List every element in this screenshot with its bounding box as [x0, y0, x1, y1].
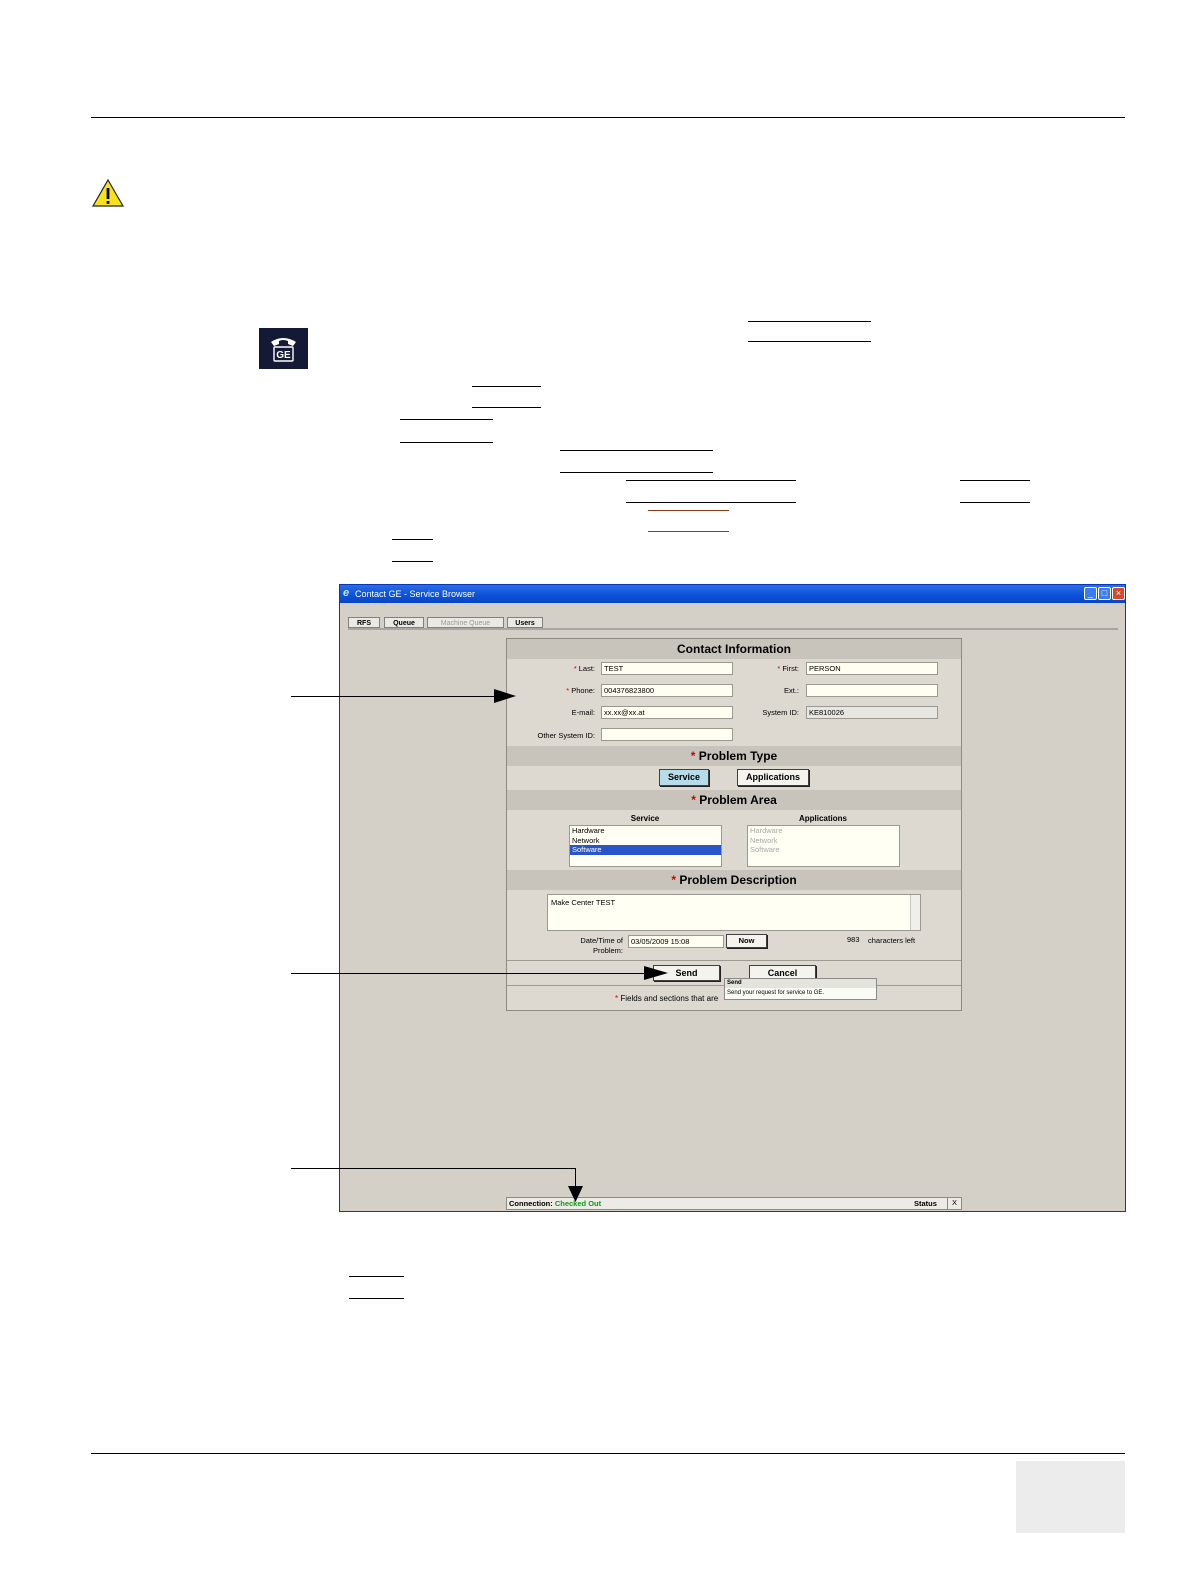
- close-icon[interactable]: ×: [1112, 587, 1125, 600]
- last-label: * Last:: [573, 664, 595, 673]
- phone-field[interactable]: 004376823800: [601, 684, 733, 697]
- link-underline: [626, 480, 796, 481]
- applications-area-list: Hardware Network Software: [747, 825, 900, 867]
- problem-description-textarea[interactable]: Make Center TEST: [547, 894, 921, 931]
- first-label: * First:: [777, 664, 799, 673]
- chars-left-label: characters left: [868, 936, 916, 945]
- svg-text:GE: GE: [276, 350, 291, 361]
- status-label: Status: [914, 1199, 937, 1208]
- contact-ge-phone-icon[interactable]: GE: [259, 328, 308, 369]
- now-button[interactable]: Now: [726, 934, 767, 948]
- datetime-field[interactable]: 03/05/2009 15:08: [628, 935, 724, 948]
- required-note: * Fields and sections that are: [615, 994, 719, 1003]
- system-id-label: System ID:: [762, 708, 799, 717]
- callout-line-send: [291, 973, 649, 974]
- tab-rfs[interactable]: RFS: [348, 617, 380, 628]
- callout-arrowhead: [568, 1186, 583, 1202]
- ext-field[interactable]: [806, 684, 938, 697]
- link-underline: [648, 510, 729, 511]
- first-name-field[interactable]: PERSON: [806, 662, 938, 675]
- phone-label: * Phone:: [566, 686, 595, 695]
- service-column-header: Service: [630, 814, 660, 823]
- callout-line-contact: [291, 696, 499, 697]
- connection-status: Connection: Checked Out: [509, 1199, 602, 1208]
- callout-arrowhead: [644, 966, 668, 980]
- last-name-field[interactable]: TEST: [601, 662, 733, 675]
- link-underline: [400, 419, 493, 420]
- contact-info-header: Contact Information: [507, 639, 961, 659]
- window-title-bar[interactable]: e Contact GE - Service Browser _ □ ×: [340, 585, 1125, 603]
- link-underline: [626, 502, 796, 503]
- callout-arrowhead: [494, 689, 516, 703]
- footer-rule: [91, 1453, 1125, 1454]
- system-id-field: KE810026: [806, 706, 938, 719]
- list-item: Software: [750, 845, 780, 854]
- ext-label: Ext.:: [783, 686, 799, 695]
- callout-line-status: [291, 1168, 576, 1169]
- link-underline: [392, 561, 433, 562]
- applications-type-button[interactable]: Applications: [737, 769, 809, 786]
- link-underline: [560, 450, 713, 451]
- link-underline: [472, 407, 541, 408]
- list-item[interactable]: Hardware: [570, 826, 721, 836]
- link-underline: [960, 480, 1030, 481]
- link-underline: [392, 539, 433, 540]
- chars-left-count: 983: [847, 935, 860, 944]
- window-title: Contact GE - Service Browser: [355, 589, 476, 599]
- list-item[interactable]: Network: [570, 836, 721, 846]
- header-rule: [91, 117, 1125, 118]
- service-browser-window: e Contact GE - Service Browser _ □ × RFS…: [339, 584, 1126, 1212]
- other-system-id-field[interactable]: [601, 728, 733, 741]
- email-label: E-mail:: [571, 708, 595, 717]
- link-underline: [748, 321, 871, 322]
- link-underline: [960, 502, 1030, 503]
- maximize-icon[interactable]: □: [1098, 587, 1111, 600]
- tab-users[interactable]: Users: [507, 617, 543, 628]
- link-underline: [472, 386, 541, 387]
- list-item: Hardware: [750, 826, 783, 835]
- tab-queue[interactable]: Queue: [384, 617, 424, 628]
- link-underline: [400, 442, 493, 443]
- applications-column-header: Applications: [798, 814, 847, 823]
- tab-divider: [348, 628, 1118, 630]
- list-item: Network: [750, 835, 778, 845]
- link-underline: [748, 341, 871, 342]
- list-item-selected[interactable]: Software: [570, 845, 721, 855]
- problem-description-header: * Problem Description: [507, 870, 961, 890]
- problem-area-header: * Problem Area: [507, 790, 961, 810]
- warning-triangle-icon: [91, 178, 125, 207]
- minimize-icon[interactable]: _: [1084, 587, 1097, 600]
- rfs-form-panel: Contact Information * Last: TEST * First…: [506, 638, 962, 1011]
- service-area-list[interactable]: Hardware Network Software: [569, 825, 722, 867]
- email-field[interactable]: xx.xx@xx.at: [601, 706, 733, 719]
- textarea-scrollbar[interactable]: [910, 895, 920, 930]
- service-type-button[interactable]: Service: [659, 769, 709, 786]
- link-underline: [349, 1276, 404, 1277]
- other-system-id-label: Other System ID:: [537, 731, 595, 740]
- page-number-box: [1016, 1461, 1125, 1533]
- datetime-label: Date/Time of Problem:: [580, 936, 623, 955]
- link-underline: [349, 1298, 404, 1299]
- status-close-button[interactable]: X: [947, 1197, 961, 1210]
- send-tooltip: Send Send your request for service to GE…: [724, 978, 877, 1000]
- browser-e-icon: e: [343, 587, 350, 599]
- link-underline: [648, 531, 729, 532]
- section-divider: [507, 960, 961, 961]
- tab-machine-queue[interactable]: Machine Queue: [427, 617, 504, 628]
- problem-type-header: * Problem Type: [507, 746, 961, 766]
- link-underline: [560, 472, 713, 473]
